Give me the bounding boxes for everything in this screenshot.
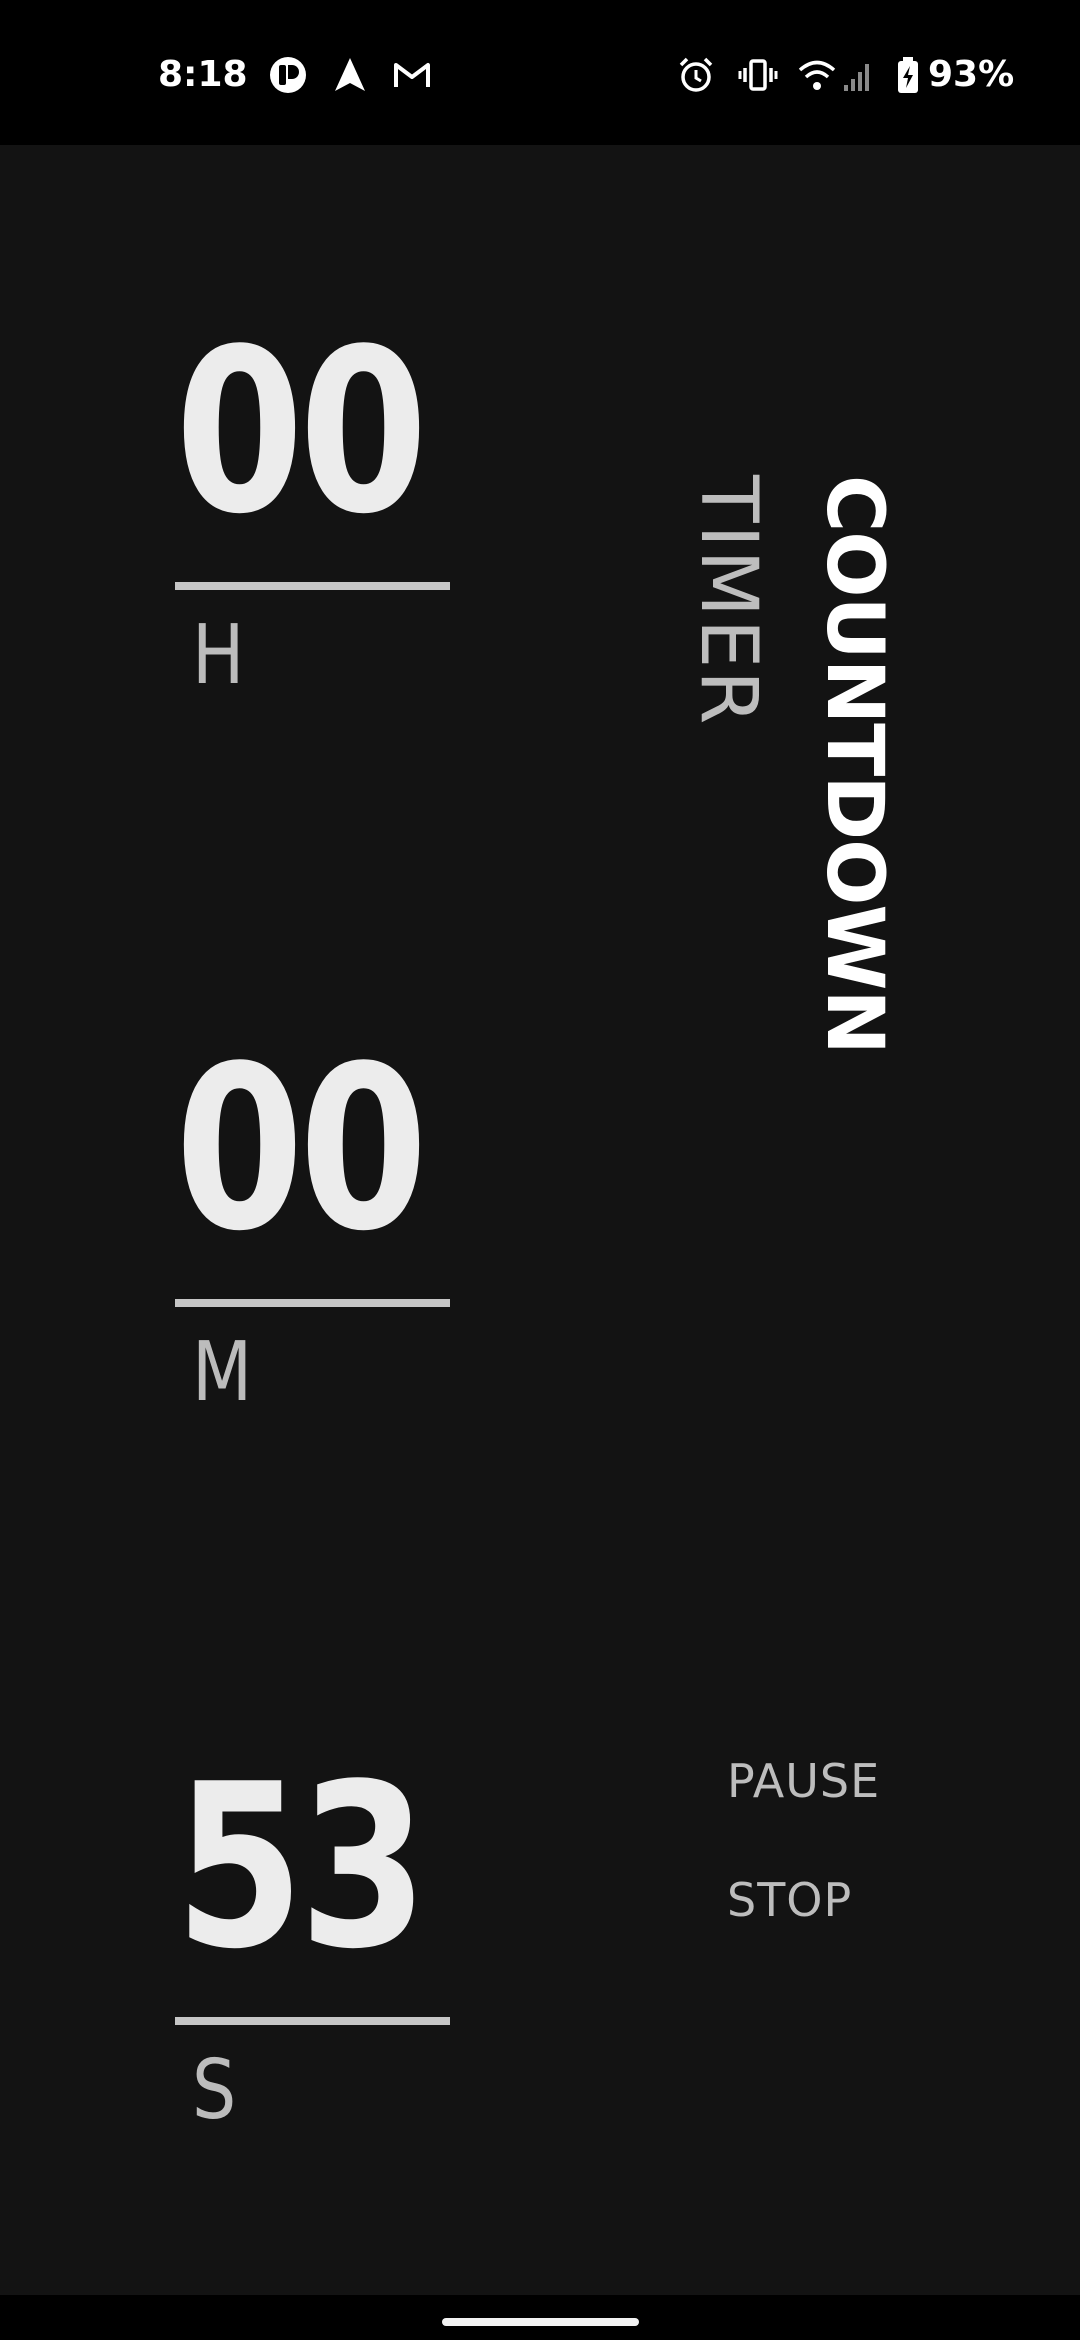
hours-unit-label: H — [192, 608, 245, 703]
seconds-value[interactable]: 53 — [175, 1755, 428, 1981]
countdown-timer-screen: 00 H 00 M 53 S COUNTDOWN TIMER PAUSE STO… — [0, 145, 1080, 2295]
signal-icon — [840, 55, 880, 95]
arrow-navigation-icon — [330, 55, 370, 95]
hours-underline — [175, 582, 450, 590]
battery-percentage: 93% — [928, 54, 1015, 95]
minutes-value[interactable]: 00 — [175, 1037, 428, 1263]
title-countdown: COUNTDOWN — [809, 475, 899, 1054]
status-bar: 8:18 93% — [0, 0, 1080, 145]
status-time: 8:18 — [158, 54, 248, 95]
stop-button[interactable]: STOP — [727, 1872, 852, 1928]
seconds-underline — [175, 2017, 450, 2025]
title-timer: TIMER — [683, 475, 773, 727]
navigation-bar — [0, 2295, 1080, 2340]
vibrate-icon — [738, 55, 778, 95]
hours-value[interactable]: 00 — [175, 320, 428, 546]
minutes-underline — [175, 1299, 450, 1307]
p-app-icon — [268, 55, 308, 95]
minutes-unit-label: M — [192, 1325, 253, 1420]
gmail-icon — [392, 55, 432, 95]
pause-button[interactable]: PAUSE — [727, 1753, 880, 1809]
home-gesture-handle[interactable] — [442, 2318, 639, 2326]
seconds-unit-label: S — [192, 2043, 237, 2138]
battery-charging-icon — [888, 55, 928, 95]
alarm-icon — [676, 55, 716, 95]
wifi-icon — [797, 55, 837, 95]
